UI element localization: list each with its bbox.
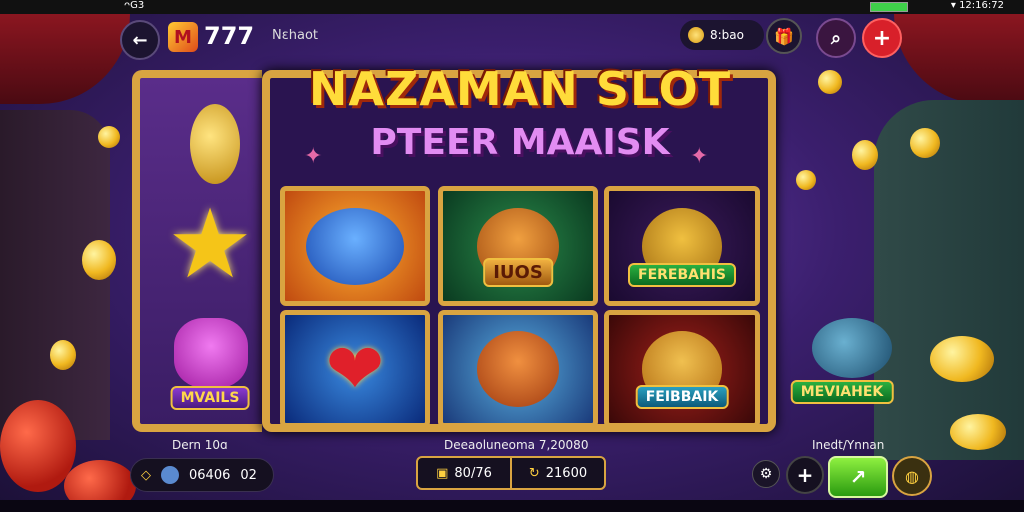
bet-label: Dern 10ɑ: [172, 438, 228, 452]
app-logo: M: [168, 22, 198, 52]
settings-button[interactable]: ⚙: [752, 460, 780, 488]
win-display: ▣ 80/76 ↻ 21600: [416, 456, 606, 490]
left-curtain: [0, 14, 130, 104]
amulet-icon: [190, 104, 240, 184]
add-bet-button[interactable]: +: [786, 456, 824, 494]
autoplay-label: Inedt/Ynnan: [812, 438, 885, 452]
coin-decoration: [852, 140, 878, 170]
coin-balance-pill[interactable]: 8:bao: [680, 20, 764, 50]
reel-banner-ferebahis: FEREBAHIS: [628, 263, 736, 287]
spin-button[interactable]: ↗: [828, 456, 888, 498]
menu-button[interactable]: +: [862, 18, 902, 58]
blue-cat-symbol: [306, 207, 404, 285]
reel-cell: [280, 186, 430, 306]
coin-decoration: [82, 240, 116, 280]
system-nav-bar: [0, 500, 1024, 512]
coin-decoration: [950, 414, 1006, 450]
search-icon: ⌕: [830, 27, 842, 49]
plus-icon: +: [796, 463, 814, 487]
game-subtitle: PTEER MAAISK: [370, 122, 670, 163]
gift-button[interactable]: 🎁: [766, 18, 802, 54]
status-bar: ᴖG3 ▾ 12:16:72: [0, 0, 1024, 14]
coin-decoration: [50, 340, 76, 370]
search-button[interactable]: ⌕: [816, 18, 856, 58]
game-title: NAZAMAN SLOT: [308, 62, 732, 116]
coin-decoration: [910, 128, 940, 158]
coin-decoration: [796, 170, 816, 190]
status-clock: ▾ 12:16:72: [950, 0, 1004, 11]
info-button[interactable]: ◍: [892, 456, 932, 496]
balance-extra: 02: [240, 467, 257, 483]
win-total: 21600: [545, 465, 588, 481]
username: Nɛhaot: [272, 28, 319, 43]
pink-cat-symbol: [174, 318, 248, 388]
right-curtain: [894, 14, 1024, 104]
cash-icon: ▣: [436, 465, 449, 481]
star-symbol: ★: [166, 188, 254, 300]
refresh-coin-icon: ↻: [528, 465, 540, 481]
back-arrow-icon: ←: [132, 29, 148, 51]
heart-symbol: ❤: [325, 328, 385, 410]
back-button[interactable]: ←: [120, 20, 160, 60]
total-win-label: Deeaoluneoma 7,20080: [444, 438, 589, 452]
reel-banner-mvails: MVAILS: [170, 386, 250, 410]
battery-icon: [870, 2, 908, 12]
status-left: ᴖG3: [124, 0, 145, 11]
gem-icon: ◇: [141, 467, 151, 483]
reel-cell: FEIBBAIK: [604, 310, 760, 428]
reel-banner-feibbaik: FEIBBAIK: [635, 385, 729, 409]
info-icon: ◍: [905, 466, 919, 486]
chip-icon: [161, 466, 179, 484]
coin-decoration: [818, 70, 842, 94]
plus-menu-icon: +: [872, 25, 892, 51]
right-tree: [874, 100, 1024, 460]
reel-cell: IUOS: [438, 186, 598, 306]
fish-creature-symbol: [812, 318, 892, 378]
coin-decoration: [98, 126, 120, 148]
win-value: 80/76: [454, 465, 492, 481]
side-banner-meviahek: MEVIAHEK: [790, 380, 894, 404]
total-segment: ↻ 21600: [510, 458, 604, 488]
reel-cell: FEREBAHIS: [604, 186, 760, 306]
coin-decoration: [930, 336, 994, 382]
win-segment: ▣ 80/76: [418, 458, 510, 488]
star-sparkle-icon: ✦: [690, 144, 709, 169]
reel-cell: ❤: [280, 310, 430, 428]
spin-arrow-icon: ↗: [849, 465, 867, 489]
reel-banner-iuos: IUOS: [483, 258, 553, 287]
gift-icon: 🎁: [774, 26, 794, 46]
reel-cell: [438, 310, 598, 428]
gear-icon: ⚙: [759, 466, 773, 482]
balance-value: 06406: [189, 467, 231, 483]
balance-pill[interactable]: ◇ 06406 02: [130, 458, 274, 492]
star-sparkle-icon: ✦: [304, 144, 323, 169]
coin-balance: 8:bao: [710, 28, 744, 42]
lion-cat-symbol: [476, 331, 560, 407]
coin-icon: [688, 27, 704, 43]
logo-letter: M: [174, 26, 192, 48]
logo-number: 777: [204, 22, 255, 50]
